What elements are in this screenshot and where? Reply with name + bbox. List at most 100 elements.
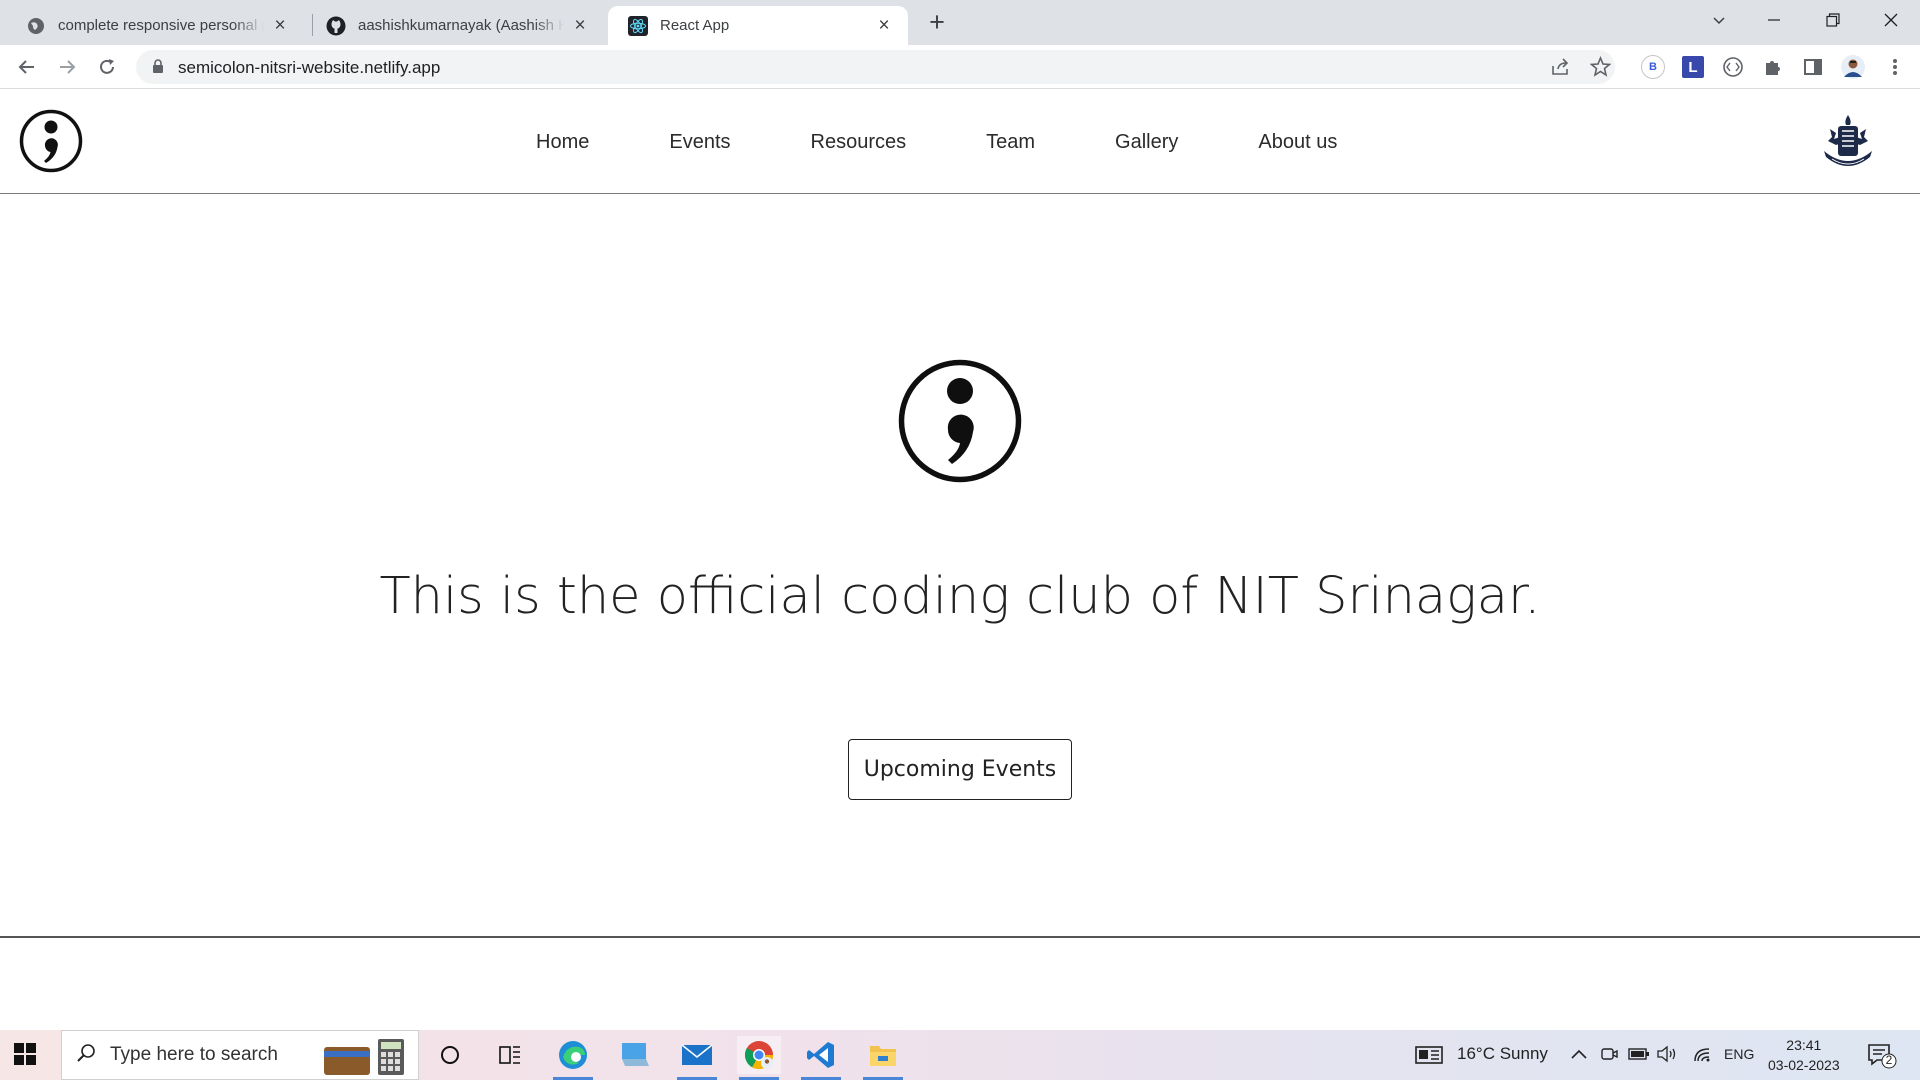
arrow-left-icon	[18, 60, 34, 74]
react-icon	[628, 15, 648, 36]
tab-search-button[interactable]	[1696, 4, 1742, 36]
windows-logo-icon	[14, 1043, 36, 1065]
address-bar[interactable]: semicolon-nitsri-website.netlify.app	[136, 50, 1615, 84]
weather-text[interactable]: 16°C Sunny	[1457, 1044, 1548, 1064]
taskbar-clock[interactable]: 23:41 03-02-2023	[1768, 1035, 1840, 1075]
puzzle-icon	[1766, 61, 1780, 75]
computer-icon	[622, 1043, 649, 1066]
profile-button[interactable]	[1838, 52, 1868, 82]
close-window-button[interactable]	[1868, 4, 1914, 36]
language-indicator[interactable]: ENG	[1724, 1046, 1754, 1062]
nit-srinagar-crest-icon[interactable]	[1816, 111, 1880, 180]
chevron-up-icon[interactable]	[1570, 1046, 1588, 1066]
tab-title: React App	[660, 17, 730, 34]
tab-title: complete responsive personal po	[58, 17, 264, 34]
weather-icon[interactable]	[1415, 1045, 1443, 1070]
restore-icon	[1826, 13, 1840, 27]
forward-button[interactable]	[52, 52, 82, 82]
avatar	[1841, 55, 1865, 79]
side-panel-button[interactable]	[1798, 52, 1828, 82]
tab-personal-portfolio[interactable]: complete responsive personal po ×	[6, 6, 304, 45]
site-navbar: Home Events Resources Team Gallery About…	[0, 89, 1920, 194]
extensions-button[interactable]	[1758, 52, 1788, 82]
tab-title: aashishkumarnayak (Aashish Kum	[358, 17, 564, 34]
minimize-icon	[1768, 19, 1780, 21]
reload-icon	[100, 59, 114, 74]
taskbar-edge[interactable]	[551, 1036, 595, 1080]
cortana-icon	[441, 1046, 459, 1064]
nav-link-about-us[interactable]: About us	[1258, 131, 1337, 154]
nav-link-home[interactable]: Home	[536, 131, 589, 154]
nav-link-resources[interactable]: Resources	[811, 131, 907, 154]
notification-count-badge: 2	[1885, 1053, 1893, 1067]
folder-icon	[870, 1046, 896, 1066]
semicolon-hero-logo-icon	[897, 358, 1023, 489]
globe-icon	[26, 16, 46, 36]
url-text[interactable]: semicolon-nitsri-website.netlify.app	[178, 58, 440, 78]
taskbar-this-pc[interactable]	[613, 1036, 657, 1074]
more-vertical-icon	[1893, 59, 1897, 75]
bookmark-star-icon[interactable]	[1589, 55, 1612, 82]
windows-start-button[interactable]	[14, 1043, 36, 1070]
close-tab-icon[interactable]: ×	[874, 15, 894, 36]
lock-icon[interactable]	[152, 59, 164, 79]
taskbar-vscode[interactable]	[799, 1036, 843, 1080]
chrome-menu-button[interactable]	[1880, 52, 1910, 82]
browser-tab-strip: complete responsive personal po × aashis…	[0, 0, 1920, 45]
minimize-button[interactable]	[1751, 4, 1797, 36]
back-button[interactable]	[12, 52, 42, 82]
taskbar-file-explorer[interactable]	[861, 1036, 905, 1080]
system-tray: 16°C Sunny ENG	[1410, 1030, 1920, 1080]
volume-icon[interactable]	[1656, 1044, 1678, 1069]
taskbar-mail[interactable]	[675, 1036, 719, 1080]
reload-button[interactable]	[92, 52, 122, 82]
tab-github[interactable]: aashishkumarnayak (Aashish Kum ×	[306, 6, 604, 45]
cortana-button[interactable]	[428, 1036, 472, 1074]
taskbar-chrome[interactable]	[737, 1036, 781, 1080]
windows-taskbar: Type here to search 16°C Sunny ENG 23:41…	[0, 1030, 1920, 1080]
code-extension-icon	[1723, 57, 1743, 77]
semicolon-logo-icon[interactable]	[19, 109, 83, 178]
chevron-down-icon	[1713, 17, 1725, 25]
share-icon[interactable]	[1550, 57, 1572, 82]
close-icon	[1884, 13, 1898, 27]
vscode-icon	[807, 1042, 834, 1068]
extension-l-icon: L	[1682, 56, 1704, 78]
task-view-icon	[499, 1046, 520, 1064]
taskbar-search-box[interactable]: Type here to search	[61, 1030, 419, 1080]
upcoming-events-button[interactable]: Upcoming Events	[848, 739, 1072, 800]
calculator-wallet-icon	[322, 1037, 414, 1082]
clock-date: 03-02-2023	[1768, 1057, 1840, 1073]
search-icon	[76, 1043, 96, 1068]
browser-toolbar: semicolon-nitsri-website.netlify.app B L	[0, 45, 1920, 89]
extension-code-button[interactable]	[1718, 52, 1748, 82]
section-divider	[0, 936, 1920, 938]
tab-react-app[interactable]: React App ×	[608, 6, 908, 45]
github-icon	[326, 16, 346, 36]
close-tab-icon[interactable]: ×	[270, 15, 290, 36]
extension-b-icon: B	[1641, 55, 1665, 79]
nav-link-team[interactable]: Team	[986, 131, 1035, 154]
task-view-button[interactable]	[488, 1036, 532, 1074]
mail-icon	[681, 1044, 713, 1065]
notification-center-button[interactable]: 2	[1867, 1043, 1897, 1074]
extension-b-button[interactable]: B	[1638, 52, 1668, 82]
meet-now-icon[interactable]	[1600, 1045, 1618, 1068]
extension-l-button[interactable]: L	[1678, 52, 1708, 82]
arrow-right-icon	[60, 60, 76, 74]
hero-tagline: This is the official coding club of NIT …	[379, 567, 1541, 626]
nav-link-gallery[interactable]: Gallery	[1115, 131, 1178, 154]
side-panel-icon	[1804, 59, 1822, 75]
clock-time: 23:41	[1786, 1037, 1822, 1053]
nav-links: Home Events Resources Team Gallery About…	[536, 131, 1417, 154]
web-page: Home Events Resources Team Gallery About…	[0, 89, 1920, 1030]
close-tab-icon[interactable]: ×	[570, 15, 590, 36]
edge-icon	[559, 1041, 587, 1069]
search-placeholder: Type here to search	[110, 1044, 278, 1065]
restore-button[interactable]	[1810, 4, 1856, 36]
nav-link-events[interactable]: Events	[669, 131, 730, 154]
wifi-icon[interactable]	[1692, 1044, 1712, 1069]
battery-icon[interactable]	[1628, 1046, 1650, 1066]
new-tab-button[interactable]: +	[923, 9, 951, 37]
chrome-icon	[744, 1041, 774, 1070]
